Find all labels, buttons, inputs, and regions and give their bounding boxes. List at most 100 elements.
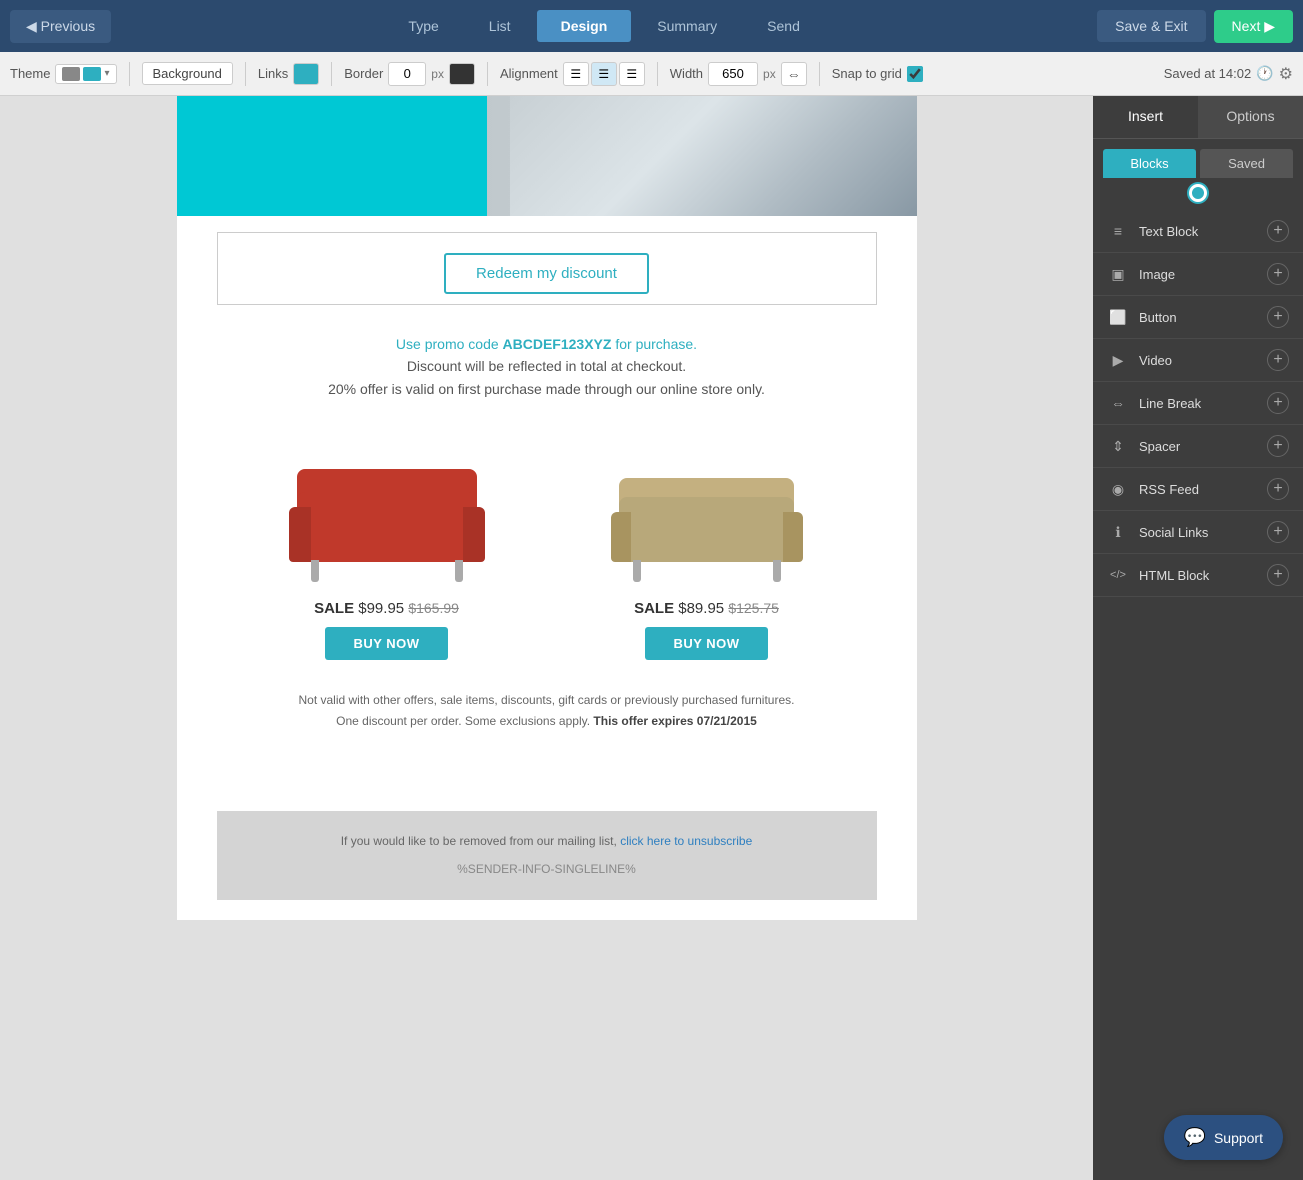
border-color-box[interactable] (449, 63, 475, 85)
promo-section: Use promo code ABCDEF123XYZ for purchase… (177, 321, 917, 412)
rss-feed-block-add-button[interactable]: + (1267, 478, 1289, 500)
main-layout: Redeem my discount Use promo code ABCDEF… (0, 96, 1303, 1180)
snap-control: Snap to grid (832, 66, 923, 82)
step-summary[interactable]: Summary (633, 10, 741, 42)
support-label: Support (1214, 1130, 1263, 1146)
expand-width-button[interactable]: ⇔ (781, 62, 807, 86)
block-item-line-break[interactable]: ⇔ Line Break + (1093, 382, 1303, 425)
product-old-price-2: $125.75 (728, 600, 779, 616)
border-input[interactable] (388, 62, 426, 86)
buy-now-button-1[interactable]: BUY NOW (325, 627, 447, 660)
block-item-html-block[interactable]: </> HTML Block + (1093, 554, 1303, 597)
disclaimer-line-1: Not valid with other offers, sale items,… (237, 690, 857, 710)
background-button[interactable]: Background (142, 62, 233, 85)
width-input[interactable] (708, 62, 758, 86)
product-card-2: SALE $89.95 $125.75 BUY NOW (557, 432, 857, 660)
promo-validity-line: 20% offer is valid on first purchase mad… (217, 378, 877, 400)
nav-right-actions: Save & Exit Next ▶ (1097, 10, 1293, 43)
tab-insert[interactable]: Insert (1093, 96, 1198, 138)
toolbar: Theme ▾ Background Links Border px Align… (0, 52, 1303, 96)
footer-unsubscribe-link[interactable]: click here to unsubscribe (620, 834, 752, 848)
border-label: Border (344, 66, 383, 81)
block-item-rss-feed[interactable]: ◉ RSS Feed + (1093, 468, 1303, 511)
step-list[interactable]: List (465, 10, 535, 42)
top-nav: ◀ Previous Type List Design Summary Send… (0, 0, 1303, 52)
spacer-block (177, 751, 917, 791)
sofa-tan-icon (607, 462, 807, 582)
line-break-block-add-button[interactable]: + (1267, 392, 1289, 414)
product-price-val-2: $89.95 (678, 600, 724, 617)
text-block-label: Text Block (1139, 224, 1257, 239)
theme-swatch-grey (62, 67, 80, 81)
previous-button[interactable]: ◀ Previous (10, 10, 111, 43)
theme-swatch-teal (83, 67, 101, 81)
product-image-2 (557, 432, 857, 592)
html-block-add-button[interactable]: + (1267, 564, 1289, 586)
snap-label: Snap to grid (832, 66, 902, 81)
align-center-button[interactable]: ☰ (591, 62, 617, 86)
footer-sender-code: %SENDER-INFO-SINGLELINE% (247, 859, 847, 881)
panel-indicator-dot (1189, 184, 1207, 202)
footer-section: If you would like to be removed from our… (217, 811, 877, 900)
video-block-add-button[interactable]: + (1267, 349, 1289, 371)
next-button[interactable]: Next ▶ (1214, 10, 1293, 43)
disclaimer-expiry: This offer expires 07/21/2015 (593, 714, 756, 728)
divider-6 (819, 62, 820, 86)
block-item-image[interactable]: ▣ Image + (1093, 253, 1303, 296)
button-block-icon: ⬜ (1107, 306, 1129, 328)
sofa-red-icon (287, 462, 487, 582)
subtab-blocks[interactable]: Blocks (1103, 149, 1196, 178)
block-item-video[interactable]: ▶ Video + (1093, 339, 1303, 382)
social-links-block-add-button[interactable]: + (1267, 521, 1289, 543)
saved-info: Saved at 14:02 🕐 ⚙ (1164, 64, 1293, 84)
text-block-icon: ≡ (1107, 220, 1129, 242)
subtab-saved[interactable]: Saved (1200, 149, 1293, 178)
alignment-buttons: ☰ ☰ ☰ (563, 62, 645, 86)
align-left-button[interactable]: ☰ (563, 62, 589, 86)
footer-text: If you would like to be removed from our… (341, 834, 617, 848)
video-block-icon: ▶ (1107, 349, 1129, 371)
snap-checkbox[interactable] (907, 66, 923, 82)
settings-icon[interactable]: ⚙ (1279, 64, 1293, 84)
rss-feed-block-icon: ◉ (1107, 478, 1129, 500)
step-send[interactable]: Send (743, 10, 824, 42)
support-button[interactable]: 💬 Support (1164, 1115, 1283, 1160)
block-item-spacer[interactable]: ⇕ Spacer + (1093, 425, 1303, 468)
promo-for-text: for purchase. (611, 336, 697, 352)
theme-swatch[interactable]: ▾ (55, 64, 116, 84)
links-color-box[interactable] (293, 63, 319, 85)
panel-subtabs: Blocks Saved (1093, 139, 1303, 178)
text-block-add-button[interactable]: + (1267, 220, 1289, 242)
spacer-block-add-button[interactable]: + (1267, 435, 1289, 457)
nav-steps: Type List Design Summary Send (117, 10, 1091, 42)
rss-feed-block-label: RSS Feed (1139, 482, 1257, 497)
block-item-button[interactable]: ⬜ Button + (1093, 296, 1303, 339)
disclaimer-line-2: One discount per order. Some exclusions … (237, 711, 857, 731)
border-control: Border px (344, 62, 475, 86)
disclaimer-section: Not valid with other offers, sale items,… (177, 680, 917, 751)
header-desk-image (510, 96, 917, 216)
redeem-button[interactable]: Redeem my discount (444, 253, 649, 294)
image-block-add-button[interactable]: + (1267, 263, 1289, 285)
block-item-social-links[interactable]: ℹ Social Links + (1093, 511, 1303, 554)
tab-options[interactable]: Options (1198, 96, 1303, 138)
theme-label: Theme (10, 66, 50, 81)
buy-now-button-2[interactable]: BUY NOW (645, 627, 767, 660)
product-sale-label-1: SALE (314, 600, 354, 617)
header-image (177, 96, 917, 216)
block-item-text-block[interactable]: ≡ Text Block + (1093, 210, 1303, 253)
save-exit-button[interactable]: Save & Exit (1097, 10, 1205, 42)
product-price-2: SALE $89.95 $125.75 (557, 600, 857, 617)
button-block-add-button[interactable]: + (1267, 306, 1289, 328)
width-control: Width px ⇔ (670, 62, 807, 86)
step-type[interactable]: Type (384, 10, 462, 42)
divider-2 (245, 62, 246, 86)
align-right-button[interactable]: ☰ (619, 62, 645, 86)
step-design[interactable]: Design (537, 10, 632, 42)
history-icon[interactable]: 🕐 (1256, 65, 1273, 82)
product-sale-label-2: SALE (634, 600, 674, 617)
product-price-val-1: $99.95 (358, 600, 404, 617)
line-break-block-label: Line Break (1139, 396, 1257, 411)
divider-3 (331, 62, 332, 86)
border-px-label: px (431, 67, 444, 81)
